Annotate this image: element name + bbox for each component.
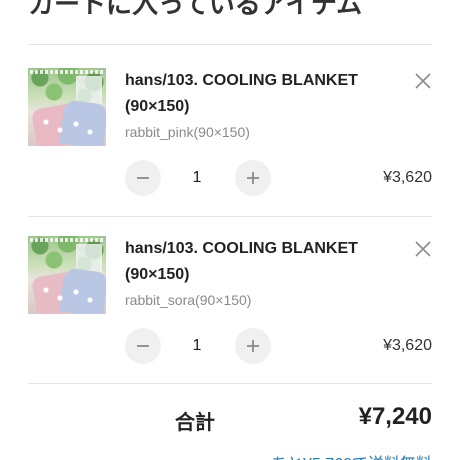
thumbnail-pattern [38, 284, 98, 308]
item-price: ¥3,620 [383, 337, 432, 354]
cart-heading: カートに入っているアイテム [28, 0, 363, 19]
close-icon [415, 241, 431, 257]
divider [28, 44, 432, 45]
total-label: 合計 [175, 412, 215, 434]
increase-quantity-button[interactable] [235, 328, 271, 364]
cart-page: カートに入っているアイテム hans/103. COOLING BLANKET … [0, 0, 460, 460]
product-thumbnail[interactable] [28, 68, 106, 146]
item-price: ¥3,620 [383, 169, 432, 186]
close-icon [415, 73, 431, 89]
divider [28, 216, 432, 217]
quantity-value[interactable]: 1 [178, 160, 216, 196]
thumbnail-caption [30, 238, 104, 242]
plus-icon [247, 172, 259, 184]
total-value: ¥7,240 [358, 403, 432, 430]
product-thumbnail[interactable] [28, 236, 106, 314]
decrease-quantity-button[interactable] [125, 160, 161, 196]
product-title[interactable]: hans/103. COOLING BLANKET (90×150) [125, 68, 375, 120]
quantity-value[interactable]: 1 [178, 328, 216, 364]
divider [28, 383, 432, 384]
minus-icon [137, 345, 149, 347]
product-title[interactable]: hans/103. COOLING BLANKET (90×150) [125, 236, 375, 288]
increase-quantity-button[interactable] [235, 160, 271, 196]
product-variant: rabbit_pink(90×150) [125, 124, 250, 140]
thumbnail-pattern [38, 116, 98, 140]
product-variant: rabbit_sora(90×150) [125, 292, 252, 308]
remove-item-button[interactable] [414, 72, 432, 90]
minus-icon [137, 177, 149, 179]
cart-item: hans/103. COOLING BLANKET (90×150) rabbi… [28, 68, 432, 218]
thumbnail-caption [30, 70, 104, 74]
cart-item: hans/103. COOLING BLANKET (90×150) rabbi… [28, 236, 432, 386]
free-shipping-note[interactable]: あと¥5,760で送料無料 [271, 450, 432, 460]
plus-icon [247, 340, 259, 352]
remove-item-button[interactable] [414, 240, 432, 258]
decrease-quantity-button[interactable] [125, 328, 161, 364]
